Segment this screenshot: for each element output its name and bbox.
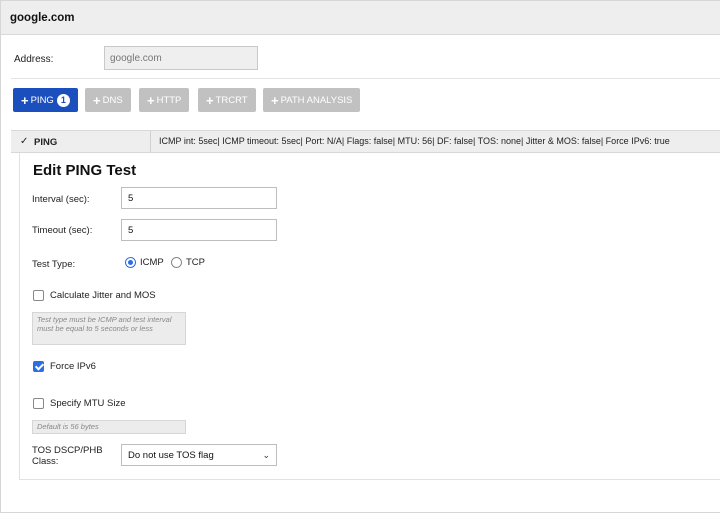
test-window: google.com Address: + PING 1 + DNS + HTT… [0, 0, 720, 513]
tab-dns-label: DNS [102, 94, 123, 106]
tab-ping[interactable]: + PING 1 [13, 88, 78, 112]
timeout-input[interactable] [121, 219, 277, 241]
plus-icon: + [93, 92, 101, 108]
tab-http-label: HTTP [156, 94, 182, 106]
mtu-hint: Default is 56 bytes [32, 420, 186, 434]
title-bar: google.com [1, 1, 720, 35]
test-type-label: Test Type: [32, 259, 76, 270]
chevron-down-icon: ✓ [20, 136, 29, 147]
tos-label: TOS DSCP/PHB Class: [32, 445, 103, 468]
plus-icon: + [206, 92, 214, 108]
window-title: google.com [10, 12, 75, 24]
tos-select[interactable]: Do not use TOS flag ⌄ [121, 444, 277, 466]
panel-title: Edit PING Test [33, 162, 137, 179]
count-badge: 1 [56, 93, 70, 107]
plus-icon: + [271, 92, 279, 108]
mtu-checkbox[interactable] [33, 398, 44, 409]
tcp-radio-label: TCP [186, 257, 205, 268]
chevron-down-icon: ⌄ [262, 449, 270, 460]
tos-select-value: Do not use TOS flag [128, 449, 214, 461]
edit-ping-panel: Edit PING Test Interval (sec): Timeout (… [19, 153, 720, 480]
icmp-radio-label: ICMP [140, 257, 164, 268]
divider [11, 78, 720, 79]
plus-icon: + [147, 92, 155, 108]
tab-http[interactable]: + HTTP [139, 88, 190, 112]
jitter-label: Calculate Jitter and MOS [50, 290, 156, 301]
ping-row-label: PING [34, 137, 58, 148]
tab-ping-label: PING [30, 94, 54, 106]
tcp-radio[interactable] [171, 257, 182, 268]
tab-trcrt-label: TRCRT [215, 94, 248, 106]
jitter-checkbox[interactable] [33, 290, 44, 301]
plus-icon: + [21, 92, 29, 108]
tab-dns[interactable]: + DNS [85, 88, 131, 112]
ping-summary-text: ICMP int: 5sec| ICMP timeout: 5sec| Port… [150, 131, 670, 152]
tab-path-analysis[interactable]: + PATH ANALYSIS [263, 88, 361, 112]
jitter-hint: Test type must be ICMP and test interval… [32, 312, 186, 345]
ipv6-label: Force IPv6 [50, 361, 96, 372]
icmp-radio[interactable] [125, 257, 136, 268]
timeout-label: Timeout (sec): [32, 225, 93, 236]
interval-label: Interval (sec): [32, 194, 90, 205]
ipv6-checkbox[interactable] [33, 361, 44, 372]
ping-summary-row[interactable]: ✓ PING ICMP int: 5sec| ICMP timeout: 5se… [11, 130, 720, 153]
tab-path-analysis-label: PATH ANALYSIS [280, 94, 353, 106]
mtu-label: Specify MTU Size [50, 398, 126, 409]
address-label: Address: [14, 54, 54, 65]
tab-trcrt[interactable]: + TRCRT [198, 88, 256, 112]
address-input[interactable] [104, 46, 258, 70]
interval-input[interactable] [121, 187, 277, 209]
